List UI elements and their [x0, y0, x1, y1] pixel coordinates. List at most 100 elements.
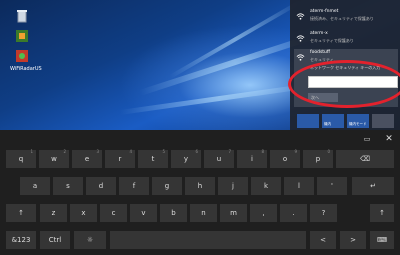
key-row2-9-label: ': [331, 182, 333, 190]
key-row3-7-label: ,: [262, 209, 265, 217]
key-row3-0[interactable]: z: [40, 204, 67, 222]
key-row2-8-label: l: [298, 182, 300, 190]
key-row2-6[interactable]: j: [218, 177, 248, 195]
key-t-label: t: [151, 155, 155, 163]
key-row2-5[interactable]: h: [185, 177, 215, 195]
network-ssid: aterm-x: [310, 31, 328, 36]
key-p-sub-label: 0: [327, 149, 330, 154]
light-beam: [169, 0, 301, 79]
app-shortcut-icon-2[interactable]: WiFiRadarUS: [10, 48, 42, 72]
key-row2-2[interactable]: d: [86, 177, 116, 195]
key-row3-1[interactable]: x: [70, 204, 97, 222]
shift-right-key-label: ↑: [379, 209, 385, 217]
close-icon[interactable]: ✕: [382, 132, 396, 146]
key-row2-4-label: g: [164, 182, 170, 190]
red-highlight-ellipse: [288, 60, 400, 108]
key-row3-3-label: v: [141, 209, 146, 217]
key-u-sub-label: 7: [228, 149, 231, 154]
wifi-icon: [296, 35, 305, 42]
enter-key[interactable]: ↵: [352, 177, 394, 195]
key-row3-5-label: n: [201, 209, 206, 217]
shift-right-key[interactable]: ↑: [370, 204, 394, 222]
quick-action-mobile[interactable]: 機内モード: [347, 114, 369, 128]
key-w[interactable]: w2: [39, 149, 69, 168]
space-key[interactable]: [110, 231, 306, 249]
network-ssid: foodstuff: [310, 50, 331, 55]
key-q-sub-label: 1: [30, 149, 33, 154]
key-r[interactable]: r4: [105, 149, 135, 168]
key-row3-4-label: b: [171, 209, 176, 217]
key-row2-3-label: f: [132, 182, 136, 190]
network-item[interactable]: aterm-x セキュリティで保護あり: [294, 30, 398, 47]
key-y-label: y: [183, 155, 189, 163]
quick-action-airplane[interactable]: 機内: [322, 114, 344, 128]
network-status: セキュリティで保護あり: [310, 38, 354, 43]
key-t[interactable]: t5: [138, 149, 168, 168]
key-row3-2[interactable]: c: [100, 204, 127, 222]
quick-action-wifi[interactable]: [297, 114, 319, 128]
recycle-bin-icon[interactable]: [10, 8, 34, 26]
key-e-sub-label: 3: [96, 149, 99, 154]
key-row2-4[interactable]: g: [152, 177, 182, 195]
arrow-right-key[interactable]: >: [340, 231, 366, 249]
emoji-key[interactable]: ☼: [74, 231, 106, 249]
key-row2-2-label: d: [98, 182, 104, 190]
key-row3-8[interactable]: .: [280, 204, 307, 222]
key-row2-9[interactable]: ': [317, 177, 347, 195]
key-row3-8-label: .: [292, 209, 295, 217]
key-row2-8[interactable]: l: [284, 177, 314, 195]
key-row3-7[interactable]: ,: [250, 204, 277, 222]
key-row2-7-label: k: [263, 182, 269, 190]
key-row3-4[interactable]: b: [160, 204, 187, 222]
symbols-key[interactable]: &123: [6, 231, 36, 249]
key-p[interactable]: p0: [303, 149, 333, 168]
key-row2-1-label: s: [66, 182, 70, 190]
key-row3-6[interactable]: m: [220, 204, 247, 222]
key-q[interactable]: q1: [6, 149, 36, 168]
key-i[interactable]: i8: [237, 149, 267, 168]
key-y[interactable]: y6: [171, 149, 201, 168]
key-w-sub-label: 2: [63, 149, 66, 154]
key-row3-9[interactable]: ?: [310, 204, 337, 222]
enter-key-label: ↵: [370, 182, 376, 190]
keyboard-menu-icon[interactable]: ▭: [360, 132, 374, 146]
key-row2-3[interactable]: f: [119, 177, 149, 195]
backspace-key-label: ⌫: [360, 155, 370, 163]
app-shortcut-icon[interactable]: [10, 28, 34, 46]
key-row2-7[interactable]: k: [251, 177, 281, 195]
key-r-sub-label: 4: [129, 149, 132, 154]
key-w-label: w: [51, 155, 57, 163]
key-row3-3[interactable]: v: [130, 204, 157, 222]
key-row2-0[interactable]: a: [20, 177, 50, 195]
key-u[interactable]: u7: [204, 149, 234, 168]
key-u-label: u: [216, 155, 222, 163]
key-e-label: e: [84, 155, 90, 163]
desktop: WiFiRadarUS aterm-fnmet 接続済み、セキュリティで保護あり…: [0, 0, 400, 130]
key-row3-0-label: z: [51, 209, 56, 217]
quick-action-extra[interactable]: [372, 114, 394, 128]
shift-key[interactable]: ↑: [6, 204, 36, 222]
key-i-label: i: [251, 155, 253, 163]
network-item[interactable]: aterm-fnmet 接続済み、セキュリティで保護あり: [294, 8, 398, 25]
key-row3-5[interactable]: n: [190, 204, 217, 222]
key-o[interactable]: o9: [270, 149, 300, 168]
arrow-left-key[interactable]: <: [310, 231, 336, 249]
key-i-sub-label: 8: [261, 149, 264, 154]
ctrl-key[interactable]: Ctrl: [40, 231, 70, 249]
backspace-key[interactable]: ⌫: [336, 150, 394, 168]
key-row3-2-label: c: [111, 209, 116, 217]
key-e[interactable]: e3: [72, 149, 102, 168]
key-row2-5-label: h: [197, 182, 203, 190]
key-row3-9-label: ?: [321, 209, 326, 217]
key-t-sub-label: 5: [162, 149, 165, 154]
app-icon: [14, 28, 30, 44]
key-y-sub-label: 6: [195, 149, 198, 154]
key-o-label: o: [282, 155, 288, 163]
network-ssid: aterm-fnmet: [310, 9, 339, 14]
shift-key-label: ↑: [18, 209, 24, 217]
key-row2-1[interactable]: s: [53, 177, 83, 195]
key-r-label: r: [118, 155, 122, 163]
radar-app-icon: [14, 48, 30, 64]
keyboard-layout-icon[interactable]: ⌨: [370, 231, 394, 249]
wifi-icon: [296, 54, 305, 61]
